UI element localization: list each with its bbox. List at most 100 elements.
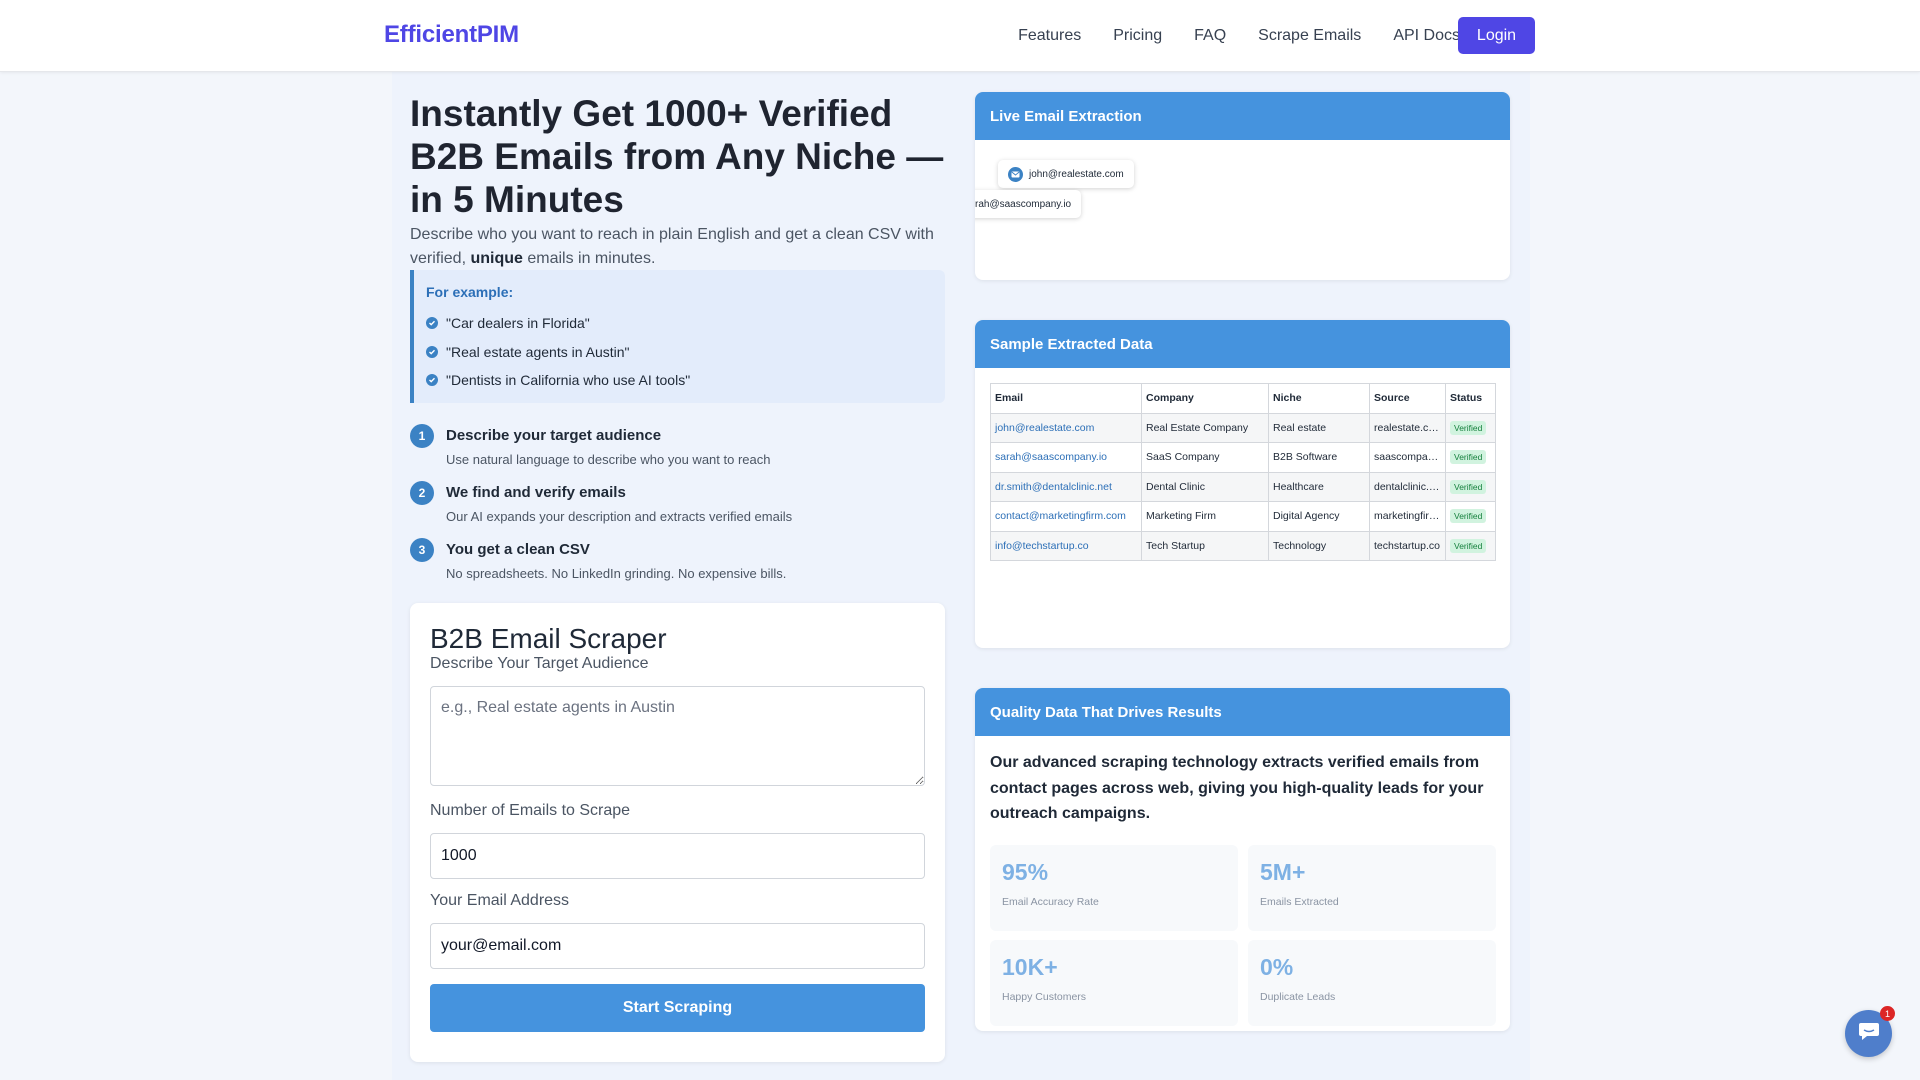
company-cell: Real Estate Company — [1141, 412, 1269, 443]
nav-links: Features Pricing FAQ Scrape Emails API D… — [986, 0, 1460, 72]
start-scraping-button[interactable]: Start Scraping — [430, 984, 925, 1032]
examples-title: For example: — [426, 284, 514, 300]
example-item: "Dentists in California who use AI tools… — [426, 366, 945, 395]
niche-cell: Real estate — [1268, 412, 1370, 443]
status-cell: Verified — [1445, 530, 1496, 561]
email-cell: info@techstartup.co — [990, 530, 1142, 561]
hero-title: Instantly Get 1000+ Verified B2B Emails … — [410, 93, 944, 220]
form-title: B2B Email Scraper — [430, 623, 667, 654]
stat-box: 95% Email Accuracy Rate — [990, 845, 1238, 931]
column-header: Company — [1141, 383, 1269, 414]
nav-link-scrape-emails[interactable]: Scrape Emails — [1258, 27, 1361, 45]
stat-label: Emails Extracted — [1260, 896, 1339, 908]
company-cell: Tech Startup — [1141, 530, 1269, 561]
audience-textarea[interactable] — [430, 686, 925, 786]
column-header: Niche — [1268, 383, 1370, 414]
email-chip: john@realestate.com — [998, 160, 1134, 188]
sample-data-table: Email Company Niche Source Status john@r… — [990, 383, 1496, 561]
source-cell: techstartup.co — [1369, 530, 1446, 561]
source-cell: dentalclinic.net — [1369, 471, 1446, 502]
example-text: "Car dealers in Florida" — [446, 315, 590, 332]
step-item: 3 You get a clean CSV No spreadsheets. N… — [410, 538, 945, 595]
niche-cell: Healthcare — [1268, 471, 1370, 502]
chat-notification-badge: 1 — [1880, 1006, 1895, 1021]
login-button[interactable]: Login — [1458, 17, 1535, 54]
status-cell: Verified — [1445, 501, 1496, 532]
nav-link-faq[interactable]: FAQ — [1194, 27, 1226, 45]
step-description: No spreadsheets. No LinkedIn grinding. N… — [446, 566, 787, 581]
brand-logo[interactable]: EfficientPIM — [384, 21, 519, 49]
examples-box: For example: "Car dealers in Florida" "R… — [410, 270, 945, 403]
step-item: 1 Describe your target audience Use natu… — [410, 424, 945, 481]
company-cell: SaaS Company — [1141, 442, 1269, 473]
nav-link-features[interactable]: Features — [1018, 27, 1081, 45]
email-chip: rah@saascompany.io — [975, 190, 1082, 218]
check-circle-icon — [426, 345, 438, 358]
table-row: dr.smith@dentalclinic.net Dental Clinic … — [990, 471, 1496, 502]
niche-cell: Technology — [1268, 530, 1370, 561]
stat-value: 0% — [1260, 954, 1294, 980]
example-text: "Real estate agents in Austin" — [446, 343, 630, 360]
live-extraction-card: Live Email Extraction john@realestate.co… — [975, 92, 1510, 280]
table-header-row: Email Company Niche Source Status — [990, 383, 1496, 414]
scraper-form-card: B2B Email Scraper Describe Your Target A… — [410, 603, 945, 1062]
check-circle-icon — [426, 374, 438, 387]
email-chip-text: rah@saascompany.io — [975, 198, 1072, 210]
email-count-label: Number of Emails to Scrape — [430, 802, 631, 819]
quality-data-header: Quality Data That Drives Results — [975, 688, 1510, 736]
source-cell: realestate.com — [1369, 412, 1446, 443]
verified-badge: Verified — [1450, 420, 1487, 435]
sample-table-wrapper: Email Company Niche Source Status john@r… — [975, 368, 1510, 561]
step-number-badge: 2 — [410, 481, 434, 505]
stat-value: 95% — [1002, 859, 1049, 885]
email-chip-text: john@realestate.com — [1029, 168, 1124, 180]
verified-badge: Verified — [1450, 450, 1487, 465]
step-number-badge: 1 — [410, 424, 434, 448]
example-text: "Dentists in California who use AI tools… — [446, 372, 691, 389]
source-cell: marketingfirm.com — [1369, 501, 1446, 532]
step-number-badge: 3 — [410, 538, 434, 562]
stat-value: 10K+ — [1002, 954, 1058, 980]
audience-label: Describe Your Target Audience — [430, 655, 649, 672]
stat-box: 5M+ Emails Extracted — [1248, 845, 1496, 931]
stat-box: 0% Duplicate Leads — [1248, 940, 1496, 1026]
stat-value: 5M+ — [1260, 859, 1306, 885]
verified-badge: Verified — [1450, 509, 1487, 524]
email-cell: contact@marketingfirm.com — [990, 501, 1142, 532]
chat-bubble-icon — [1858, 1021, 1880, 1046]
email-count-input[interactable] — [430, 833, 925, 879]
hero-subtitle-end: emails in minutes. — [522, 250, 656, 267]
niche-cell: Digital Agency — [1268, 501, 1370, 532]
live-extraction-header: Live Email Extraction — [975, 92, 1510, 140]
hero-subtitle-bold: unique — [470, 250, 523, 267]
table-row: john@realestate.com Real Estate Company … — [990, 412, 1496, 443]
example-item: "Car dealers in Florida" — [426, 309, 945, 338]
niche-cell: B2B Software — [1268, 442, 1370, 473]
mail-icon — [1008, 166, 1023, 182]
status-cell: Verified — [1445, 412, 1496, 443]
step-description: Use natural language to describe who you… — [446, 452, 771, 467]
step-item: 2 We find and verify emails Our AI expan… — [410, 481, 945, 538]
stat-label: Email Accuracy Rate — [1002, 896, 1099, 908]
stat-label: Duplicate Leads — [1260, 991, 1336, 1003]
verified-badge: Verified — [1450, 479, 1487, 494]
email-cell: john@realestate.com — [990, 412, 1142, 443]
status-cell: Verified — [1445, 442, 1496, 473]
how-it-works-steps: 1 Describe your target audience Use natu… — [410, 424, 945, 595]
sample-data-card: Sample Extracted Data Email Company Nich… — [975, 320, 1510, 648]
quality-description: Our advanced scraping technology extract… — [990, 754, 1484, 822]
company-cell: Marketing Firm — [1141, 501, 1269, 532]
nav-link-api-docs[interactable]: API Docs — [1393, 27, 1460, 45]
verified-badge: Verified — [1450, 538, 1487, 553]
column-header: Email — [990, 383, 1142, 414]
status-cell: Verified — [1445, 471, 1496, 502]
hero-subtitle: Describe who you want to reach in plain … — [410, 223, 945, 271]
user-email-input[interactable] — [430, 923, 925, 969]
user-email-label: Your Email Address — [430, 892, 570, 909]
stat-label: Happy Customers — [1002, 991, 1087, 1003]
sample-data-header: Sample Extracted Data — [975, 320, 1510, 368]
step-title: Describe your target audience — [446, 427, 662, 444]
nav-link-pricing[interactable]: Pricing — [1113, 27, 1162, 45]
email-cell: sarah@saascompany.io — [990, 442, 1142, 473]
top-navbar: EfficientPIM Features Pricing FAQ Scrape… — [0, 0, 1920, 72]
